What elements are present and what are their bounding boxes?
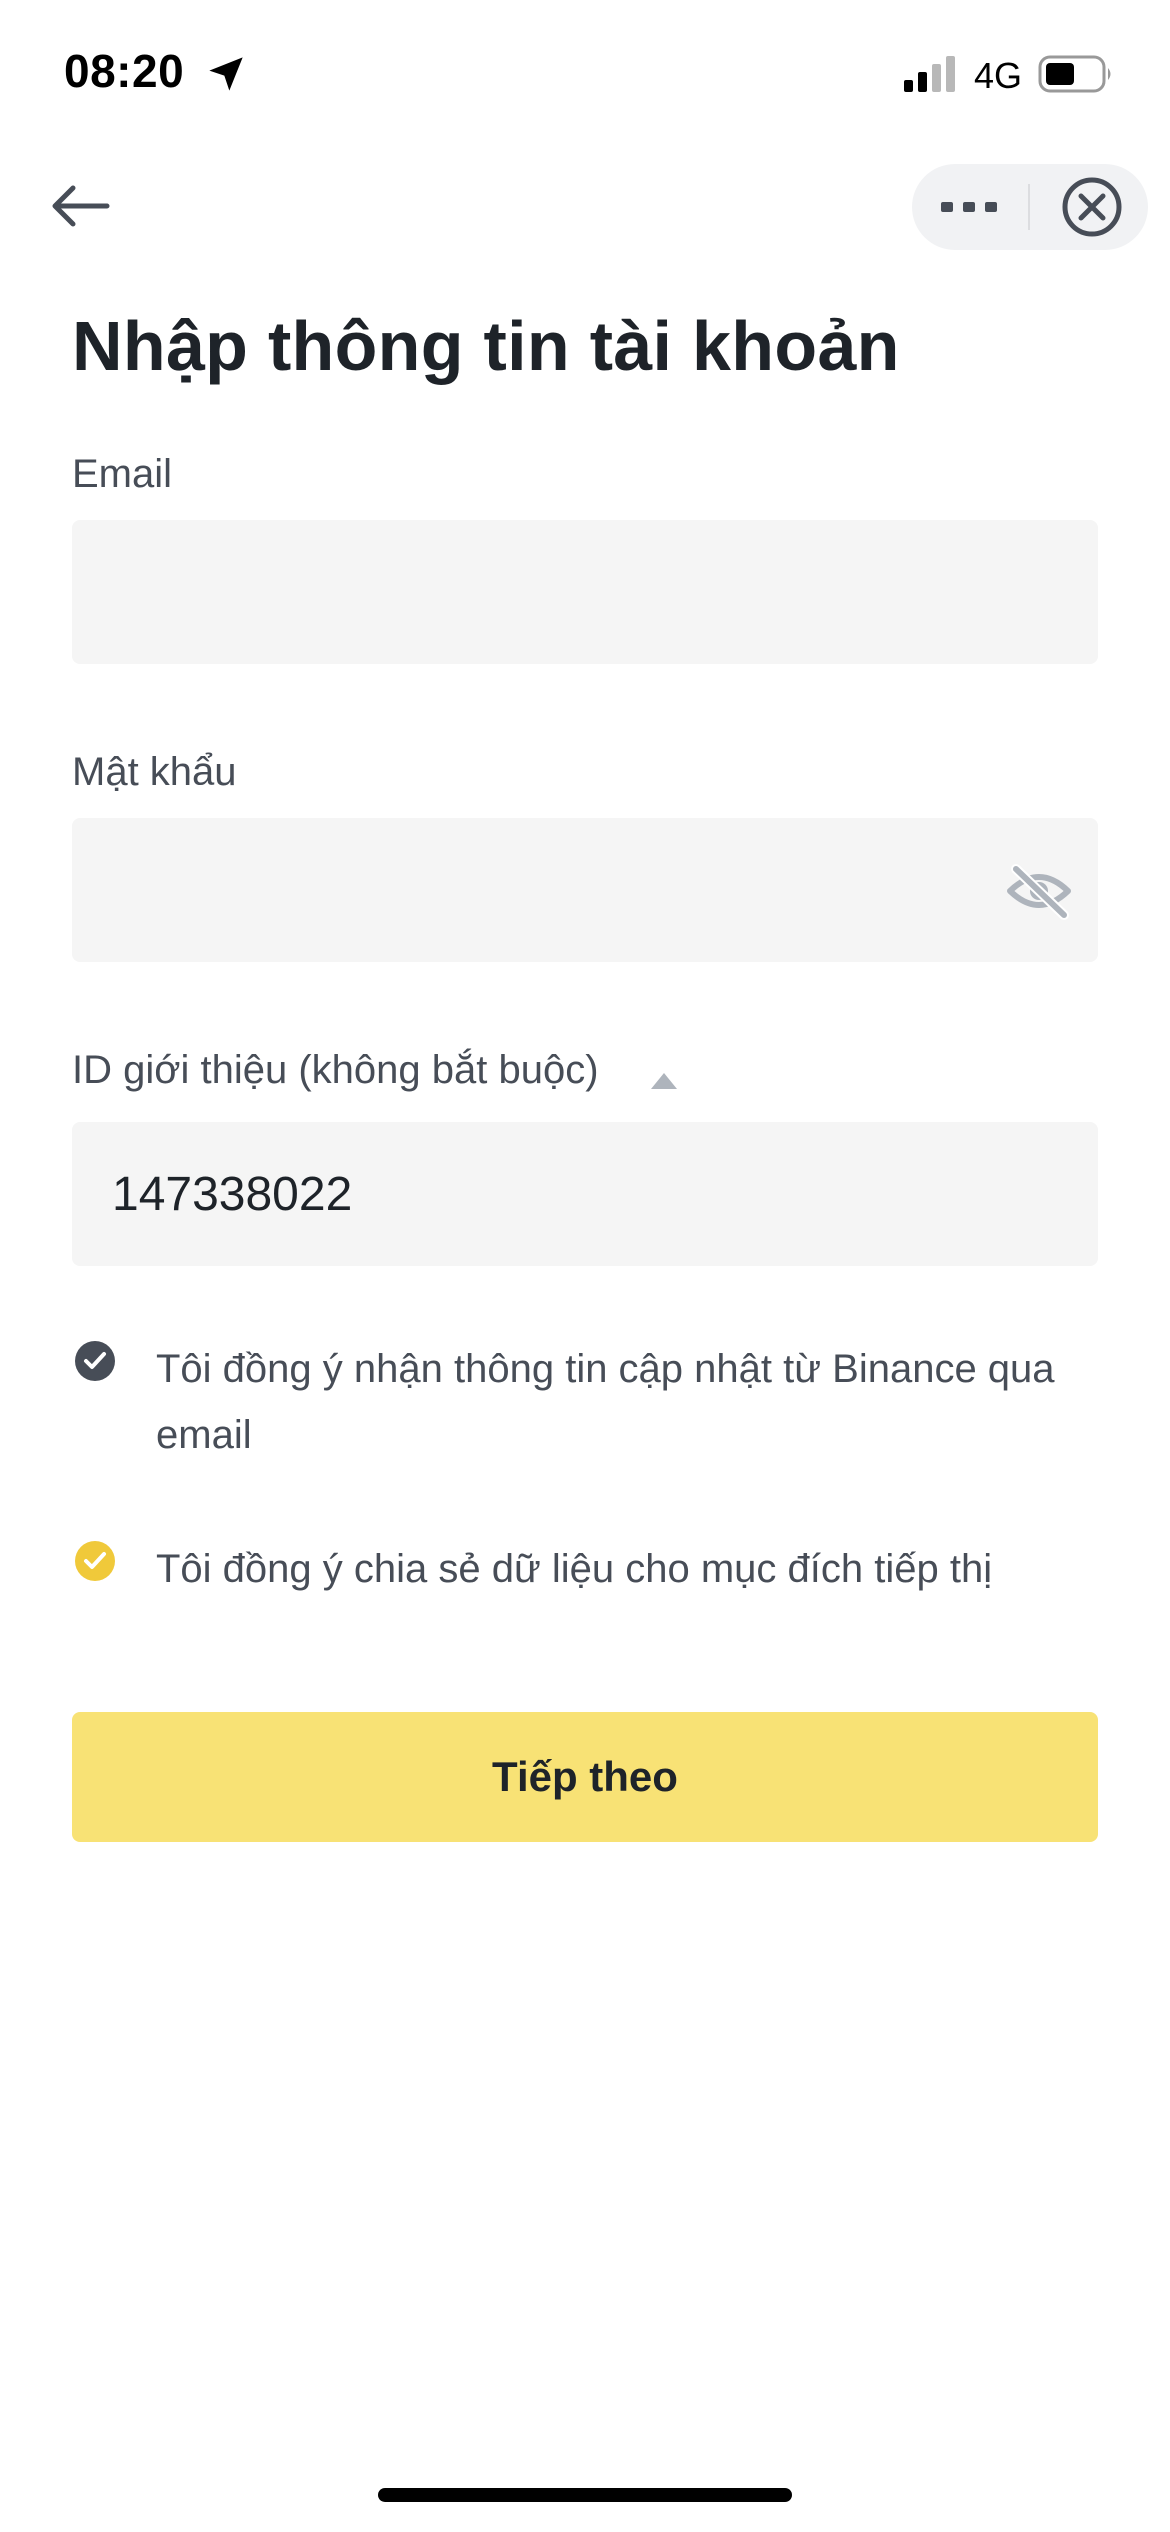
back-button[interactable] — [44, 170, 116, 242]
referral-id-field[interactable] — [72, 1122, 1098, 1266]
referral-field-container — [72, 1122, 1098, 1266]
toggle-password-visibility[interactable] — [1006, 858, 1072, 924]
eye-off-icon — [1007, 864, 1071, 920]
close-circle-icon — [1062, 177, 1122, 237]
more-dots-icon — [941, 202, 997, 212]
consent-updates-row[interactable]: Tôi đồng ý nhận thông tin cập nhật từ Bi… — [72, 1336, 1112, 1468]
email-field-container — [72, 520, 1098, 664]
referral-label: ID giới thiệu (không bắt buộc) — [72, 1048, 599, 1092]
check-circle-dark-icon — [75, 1341, 115, 1381]
more-button[interactable] — [912, 164, 1026, 250]
capsule-divider — [1028, 184, 1030, 230]
page-title: Nhập thông tin tài khoản — [72, 307, 900, 385]
home-indicator — [378, 2488, 792, 2502]
network-label: 4G — [974, 55, 1023, 96]
cellular-signal-icon — [904, 56, 955, 92]
email-field[interactable] — [72, 520, 1098, 664]
password-field[interactable] — [72, 818, 1098, 962]
password-label: Mật khẩu — [72, 750, 237, 794]
consent-updates-text: Tôi đồng ý nhận thông tin cập nhật từ Bi… — [156, 1347, 1055, 1457]
mini-program-capsule — [912, 164, 1148, 250]
consent-marketing-row[interactable]: Tôi đồng ý chia sẻ dữ liệu cho mục đích … — [72, 1536, 1112, 1602]
battery-icon — [1038, 55, 1111, 93]
password-field-container — [72, 818, 1098, 962]
close-button[interactable] — [1036, 164, 1148, 250]
consent-marketing-text: Tôi đồng ý chia sẻ dữ liệu cho mục đích … — [156, 1547, 993, 1591]
caret-up-icon — [651, 1073, 677, 1089]
status-time: 08:20 — [64, 45, 185, 97]
next-button[interactable]: Tiếp theo — [72, 1712, 1098, 1842]
location-arrow-icon — [209, 57, 243, 91]
signup-screen: 08:20 4G Nhập thông tin tài khoản Email … — [0, 0, 1170, 2532]
check-circle-yellow-icon — [75, 1541, 115, 1581]
back-arrow-icon — [52, 185, 110, 227]
email-label: Email — [72, 452, 173, 496]
referral-toggle[interactable] — [646, 1066, 682, 1096]
